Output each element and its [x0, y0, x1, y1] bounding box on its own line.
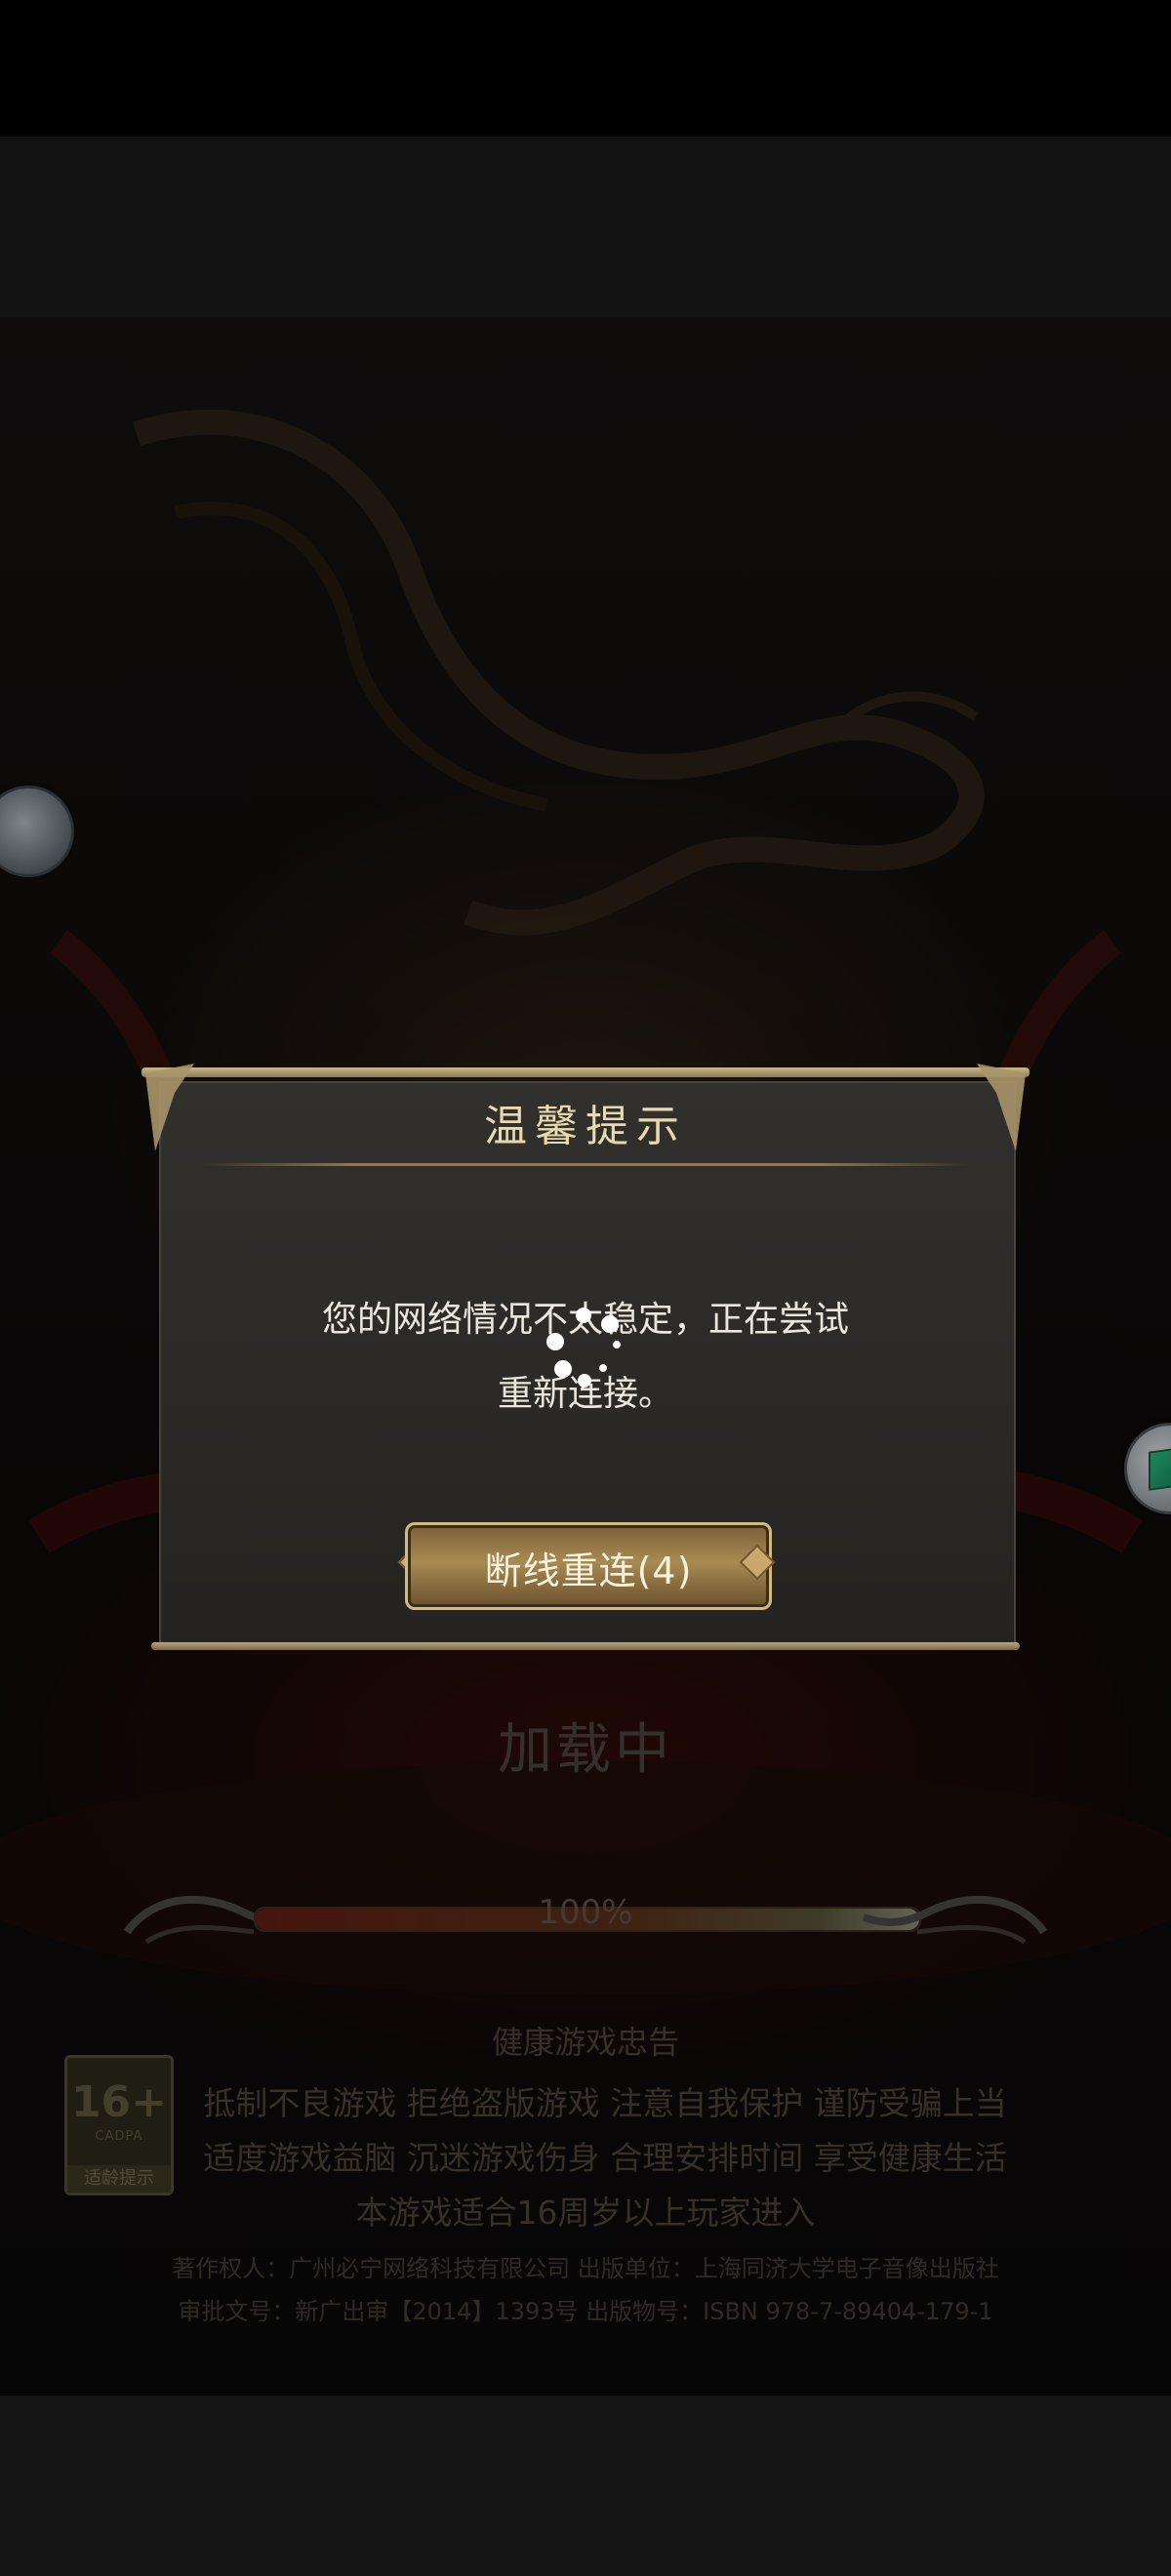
spinner-dot — [599, 1364, 607, 1372]
reconnect-button[interactable]: 断线重连(4) — [405, 1522, 772, 1610]
spinner-dot — [601, 1315, 619, 1333]
loading-spinner-icon — [535, 1306, 632, 1403]
bottom-band — [0, 2395, 1171, 2576]
spinner-dot — [613, 1341, 621, 1348]
spinner-dot — [554, 1360, 572, 1378]
dialog-divider — [200, 1163, 971, 1166]
spinner-dot — [546, 1333, 564, 1350]
spinner-dot — [576, 1308, 591, 1323]
top-band — [0, 137, 1171, 317]
spinner-dot — [578, 1374, 591, 1388]
dialog-top-ornament — [141, 1067, 1030, 1077]
dialog-title: 温馨提示 — [484, 1102, 687, 1151]
reconnect-button-label: 断线重连(4) — [484, 1550, 693, 1592]
dialog-bottom-ornament — [151, 1642, 1020, 1650]
status-bar — [0, 0, 1171, 137]
